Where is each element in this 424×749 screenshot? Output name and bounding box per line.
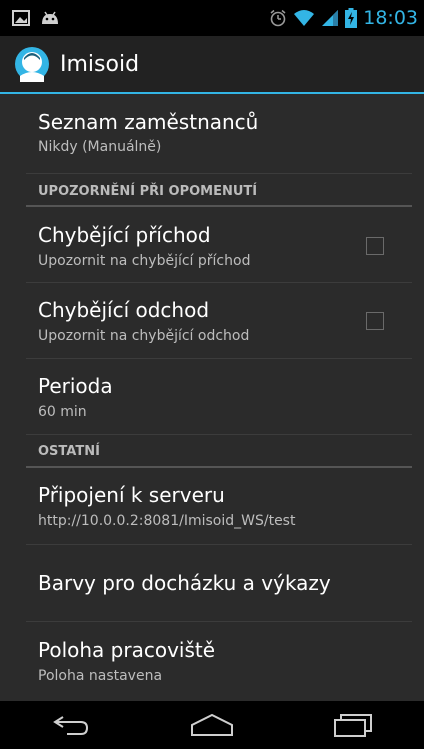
pref-period[interactable]: Perioda 60 min	[26, 359, 412, 435]
pref-location-summary: Poloha nastavena	[38, 668, 163, 684]
pref-period-title: Perioda	[38, 374, 113, 398]
recent-apps-icon	[334, 714, 373, 737]
pref-server-summary: http://10.0.0.2:8081/Imisoid_WS/test	[38, 513, 296, 529]
missing-arrival-checkbox[interactable]	[366, 237, 384, 255]
back-icon	[52, 716, 88, 735]
pref-missing-arrival-title: Chybějící příchod	[38, 223, 211, 247]
image-notification-icon	[12, 10, 30, 26]
pref-missing-departure-summary: Upozornit na chybějící odchod	[38, 328, 250, 344]
pref-missing-departure-title: Chybějící odchod	[38, 298, 210, 322]
battery-charging-icon	[345, 8, 358, 28]
action-bar: Imisoid	[0, 36, 424, 94]
pref-missing-arrival-summary: Upozornit na chybějící příchod	[38, 253, 251, 269]
category-notifications: UPOZORNĚNÍ PŘI OPOMENUTÍ	[26, 174, 412, 207]
screen: 18:03 Imisoid Seznam zaměstnanců Nikdy (…	[0, 0, 424, 749]
navigation-bar	[0, 701, 424, 749]
pref-colors[interactable]: Barvy pro docházku a výkazy	[26, 545, 412, 622]
app-avatar-icon[interactable]	[14, 46, 50, 82]
category-other-label: OSTATNÍ	[38, 444, 100, 459]
signal-icon	[322, 10, 339, 26]
home-icon	[190, 713, 233, 736]
pref-server[interactable]: Připojení k serveru http://10.0.0.2:8081…	[26, 468, 412, 545]
android-notification-icon	[42, 11, 58, 24]
alarm-icon	[270, 9, 286, 27]
pref-location[interactable]: Poloha pracoviště Poloha nastavena	[26, 622, 412, 701]
status-bar: 18:03	[0, 0, 424, 36]
back-button[interactable]	[41, 705, 101, 745]
wifi-icon	[294, 10, 315, 26]
app-title: Imisoid	[60, 51, 140, 77]
pref-location-title: Poloha pracoviště	[38, 638, 216, 662]
pref-employees-summary: Nikdy (Manuálně)	[38, 139, 162, 155]
status-time: 18:03	[363, 7, 418, 29]
pref-period-summary: 60 min	[38, 404, 87, 420]
pref-server-title: Připojení k serveru	[38, 483, 225, 507]
pref-employees[interactable]: Seznam zaměstnanců Nikdy (Manuálně)	[26, 94, 412, 174]
pref-employees-title: Seznam zaměstnanců	[38, 110, 259, 134]
pref-colors-title: Barvy pro docházku a výkazy	[38, 571, 331, 595]
home-button[interactable]	[182, 705, 242, 745]
category-other: OSTATNÍ	[26, 435, 412, 468]
preferences-list: Seznam zaměstnanců Nikdy (Manuálně) UPOZ…	[0, 94, 424, 701]
pref-missing-arrival[interactable]: Chybějící příchod Upozornit na chybějící…	[26, 207, 412, 283]
category-notifications-label: UPOZORNĚNÍ PŘI OPOMENUTÍ	[38, 184, 258, 199]
recent-apps-button[interactable]	[323, 705, 383, 745]
missing-departure-checkbox[interactable]	[366, 312, 384, 330]
pref-missing-departure[interactable]: Chybějící odchod Upozornit na chybějící …	[26, 283, 412, 359]
